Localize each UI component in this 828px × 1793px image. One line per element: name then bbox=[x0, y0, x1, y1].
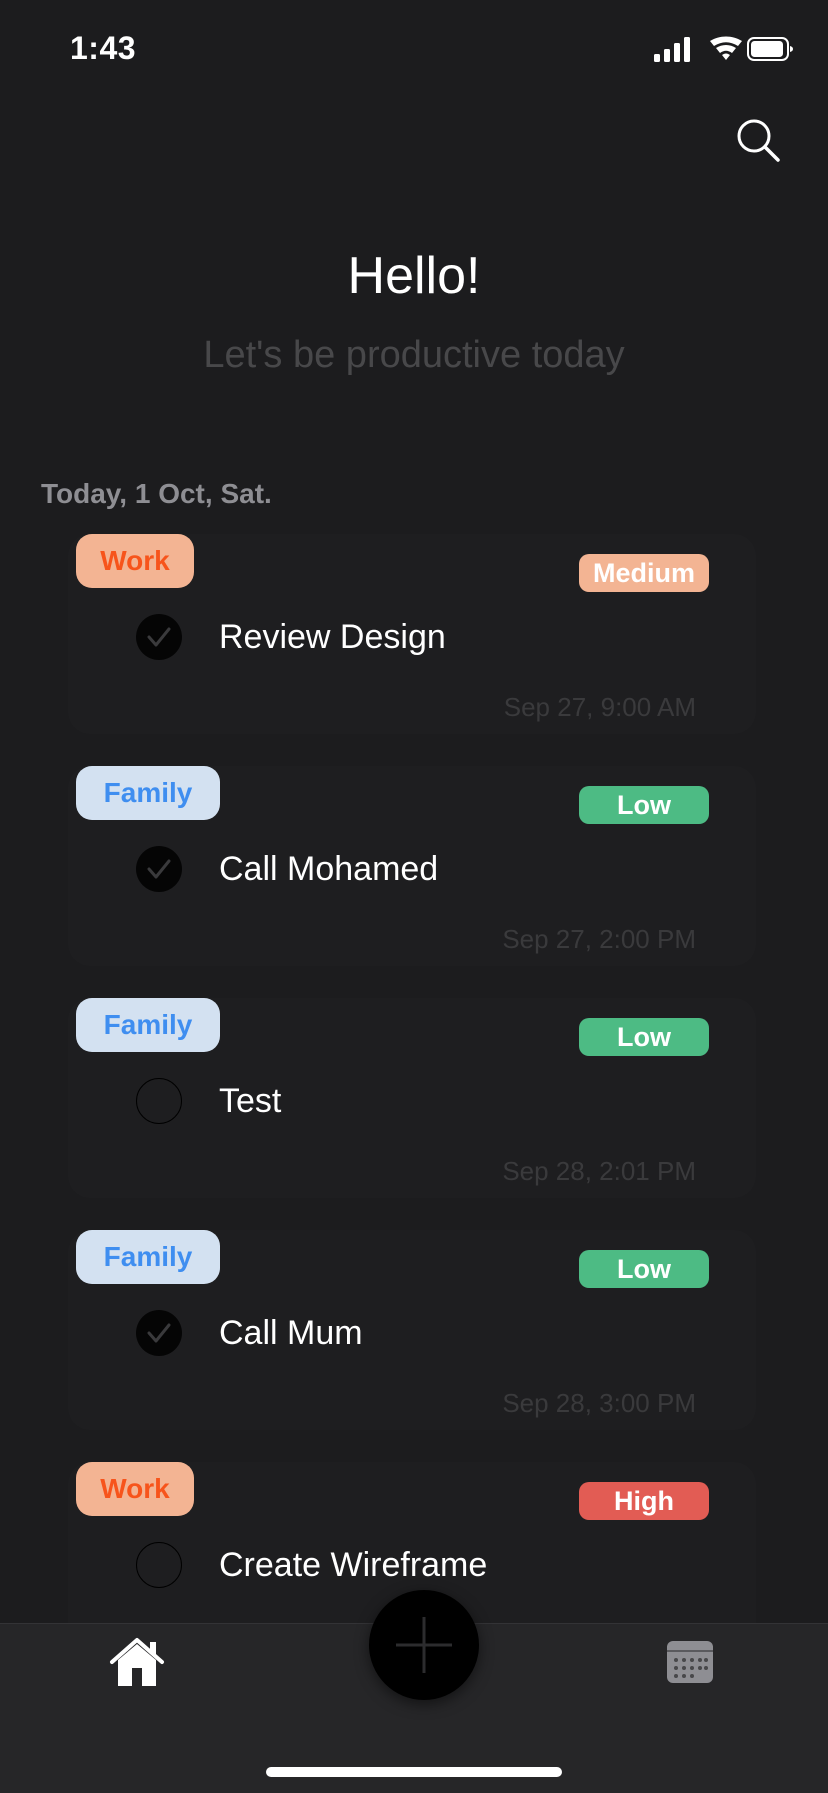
task-checkbox[interactable] bbox=[136, 846, 182, 892]
priority-badge: Low bbox=[579, 1018, 709, 1056]
date-label: Today, 1 Oct, Sat. bbox=[41, 478, 272, 509]
status-bar: 1:43 bbox=[0, 0, 828, 100]
add-task-button[interactable] bbox=[369, 1590, 479, 1700]
category-tag: Family bbox=[76, 998, 220, 1052]
status-time: 1:43 bbox=[70, 30, 137, 66]
task-checkbox[interactable] bbox=[136, 1078, 182, 1124]
task-title: Create Wireframe bbox=[219, 1546, 488, 1584]
cellular-signal-icon bbox=[654, 37, 690, 62]
category-tag: Work bbox=[76, 534, 194, 588]
calendar-tab-button[interactable] bbox=[666, 1640, 714, 1684]
status-icons bbox=[654, 36, 794, 66]
task-card[interactable]: Family Low Test Sep 28, 2:01 PM bbox=[68, 998, 756, 1198]
home-tab-button[interactable] bbox=[108, 1636, 166, 1688]
category-tag: Family bbox=[76, 1230, 220, 1284]
category-tag: Work bbox=[76, 1462, 194, 1516]
task-time: Sep 28, 3:00 PM bbox=[502, 1388, 696, 1418]
calendar-icon bbox=[667, 1641, 713, 1683]
task-title: Call Mum bbox=[219, 1314, 363, 1352]
search-icon bbox=[737, 119, 780, 162]
priority-badge: Low bbox=[579, 1250, 709, 1288]
task-title: Review Design bbox=[219, 618, 446, 656]
checkmark-icon bbox=[147, 859, 171, 879]
home-indicator bbox=[266, 1767, 562, 1777]
search-button[interactable] bbox=[734, 116, 784, 166]
signal-wifi-battery-icons bbox=[654, 36, 793, 62]
checkmark-icon bbox=[147, 627, 171, 647]
task-checkbox[interactable] bbox=[136, 1310, 182, 1356]
task-time: Sep 28, 2:01 PM bbox=[502, 1156, 696, 1186]
plus-icon bbox=[396, 1617, 452, 1673]
task-title: Test bbox=[219, 1082, 282, 1120]
task-title: Call Mohamed bbox=[219, 850, 439, 888]
priority-badge: Low bbox=[579, 786, 709, 824]
priority-badge: Medium bbox=[579, 554, 709, 592]
task-card[interactable]: Family Low Call Mum Sep 28, 3:00 PM bbox=[68, 1230, 756, 1430]
greeting-title: Hello! bbox=[347, 247, 481, 305]
category-tag: Family bbox=[76, 766, 220, 820]
wifi-icon bbox=[710, 36, 742, 60]
checkmark-icon bbox=[147, 1323, 171, 1343]
priority-badge: High bbox=[579, 1482, 709, 1520]
home-icon bbox=[110, 1638, 164, 1686]
task-checkbox[interactable] bbox=[136, 614, 182, 660]
task-time: Sep 27, 2:00 PM bbox=[502, 924, 696, 954]
task-time: Sep 27, 9:00 AM bbox=[503, 692, 696, 722]
task-card[interactable]: Work Medium Review Design Sep 27, 9:00 A… bbox=[68, 534, 756, 734]
greeting-subtitle: Let's be productive today bbox=[203, 334, 625, 376]
battery-icon bbox=[747, 37, 793, 61]
task-checkbox[interactable] bbox=[136, 1542, 182, 1588]
task-card[interactable]: Family Low Call Mohamed Sep 27, 2:00 PM bbox=[68, 766, 756, 966]
